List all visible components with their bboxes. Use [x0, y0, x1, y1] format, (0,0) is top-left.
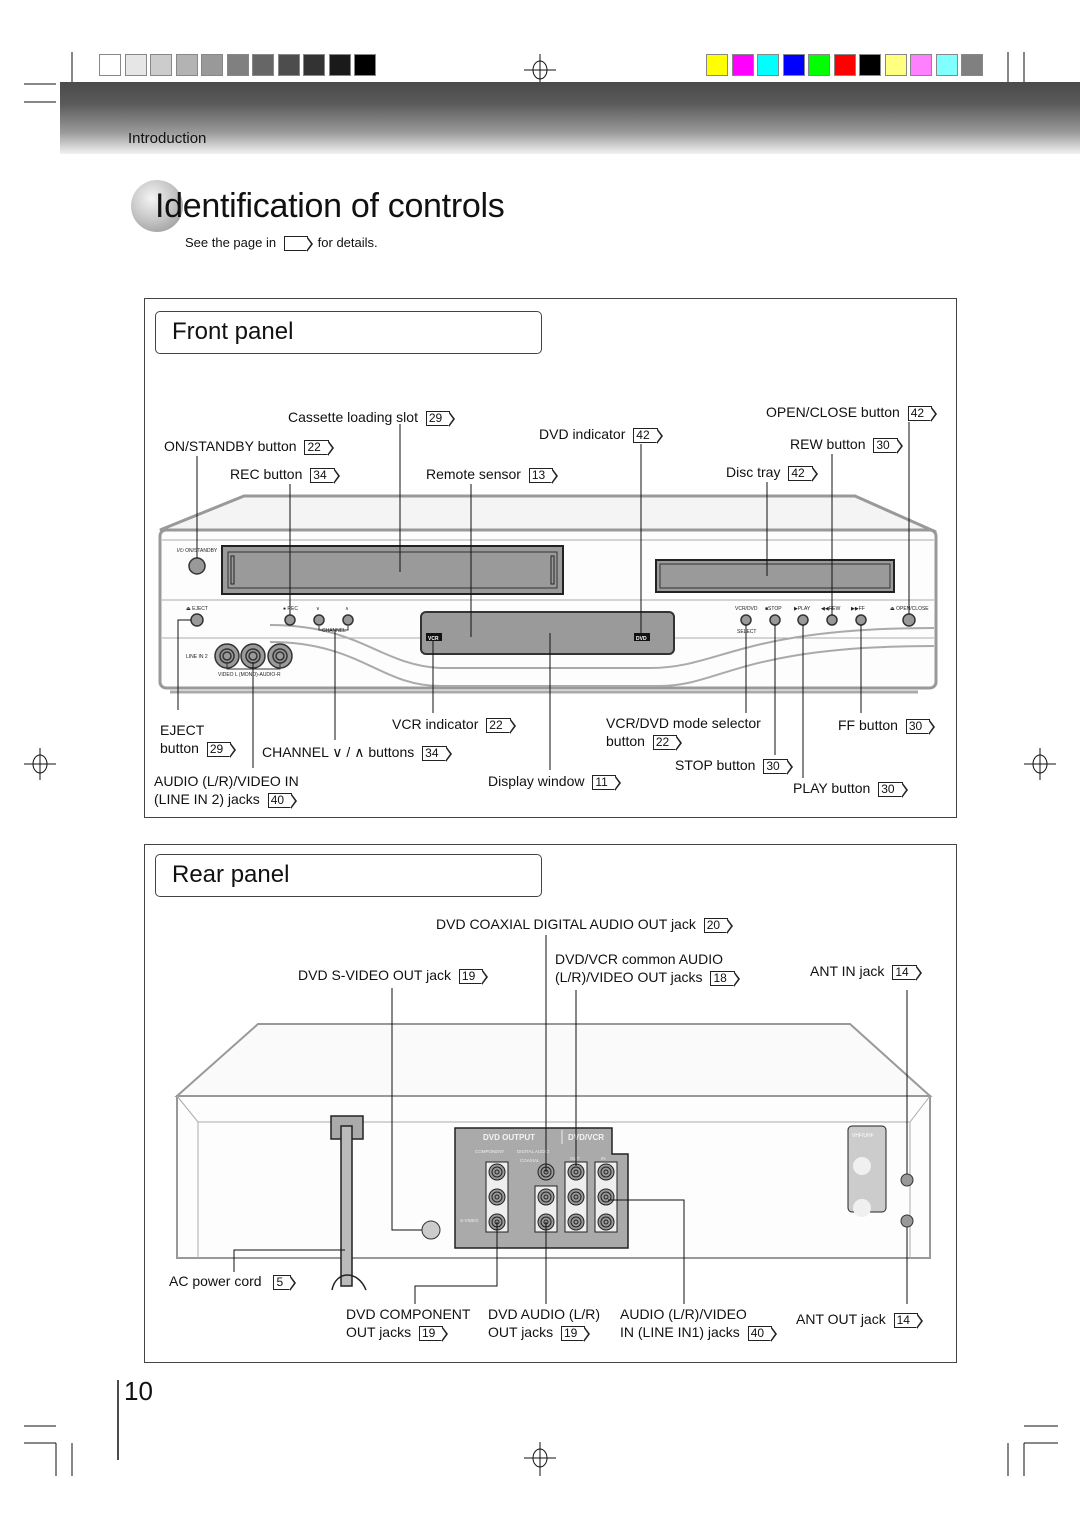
vhf-uhf-device-label: VHF/UHF: [852, 1133, 874, 1139]
out-device-label: OUT: [570, 1156, 580, 1161]
callout-common-audio-line1: DVD/VCR common AUDIO: [555, 951, 724, 967]
ant-in-label-circle: [853, 1157, 871, 1175]
in-device-label: IN: [601, 1156, 606, 1161]
rear-panel-diagram: DVD OUTPUT DVD/VCR COMPONENT DIGITAL AUD…: [174, 935, 933, 1304]
coaxial-device-label: COAXIAL: [520, 1158, 540, 1163]
rca-jack: [597, 1163, 615, 1181]
rca-jack: [567, 1163, 585, 1181]
page-number: 10: [124, 1376, 153, 1406]
rca-jack: [488, 1188, 506, 1206]
dvd-output-device-label: DVD OUTPUT: [483, 1133, 535, 1142]
callout-text: (L/R)/VIDEO OUT jacks: [555, 969, 703, 985]
page-ref-badge: 19: [458, 968, 489, 985]
callout-text: IN (LINE IN1) jacks: [620, 1324, 740, 1340]
callout-common-audio-line2: (L/R)/VIDEO OUT jacks 18: [555, 968, 741, 987]
page-ref-badge: 5: [273, 1274, 296, 1291]
digital-audio-device-label: DIGITAL AUDIO: [517, 1149, 550, 1154]
callout-text: ANT IN jack: [810, 963, 885, 979]
s-video-jack: [421, 1220, 441, 1240]
page-ref-badge: 14: [893, 1312, 924, 1329]
rca-jack: [597, 1213, 615, 1231]
callout-ant-in: ANT IN jack 14: [810, 962, 923, 981]
rca-jack: [488, 1163, 506, 1181]
callout-line-in1-line1: AUDIO (L/R)/VIDEO: [620, 1306, 747, 1322]
rca-jacks: [485, 1161, 618, 1233]
callout-text: ANT OUT jack: [796, 1311, 886, 1327]
rca-jack: [567, 1188, 585, 1206]
ant-in-jack: [900, 1173, 914, 1187]
rca-jack: [567, 1213, 585, 1231]
page-ref-badge: 19: [560, 1325, 591, 1342]
callout-s-video: DVD S-VIDEO OUT jack 19: [298, 966, 489, 985]
callout-text: AC power cord: [169, 1273, 262, 1289]
callout-component-line2: OUT jacks 19: [346, 1323, 449, 1342]
callout-text: OUT jacks: [346, 1324, 412, 1340]
page-ref-badge: 19: [418, 1325, 449, 1342]
ant-out-jack: [900, 1214, 914, 1228]
unit-top: [174, 1023, 933, 1097]
callout-dvd-audio-line2: OUT jacks 19: [488, 1323, 591, 1342]
callout-text: DVD COAXIAL DIGITAL AUDIO OUT jack: [436, 916, 696, 932]
component-device-label: COMPONENT: [475, 1149, 505, 1154]
s-video-device-label: S-VIDEO: [460, 1218, 479, 1223]
callout-ant-out: ANT OUT jack 14: [796, 1310, 924, 1329]
callout-ac-cord: AC power cord 5: [169, 1272, 296, 1291]
rca-jack: [537, 1188, 555, 1206]
page-ref-badge: 14: [892, 964, 923, 981]
page-ref-badge: 18: [710, 970, 741, 987]
page-ref-badge: 20: [703, 917, 734, 934]
power-cord: [340, 1125, 353, 1287]
callout-coaxial: DVD COAXIAL DIGITAL AUDIO OUT jack 20: [436, 915, 734, 934]
page-ref-badge: 40: [747, 1325, 778, 1342]
callout-text: OUT jacks: [488, 1324, 554, 1340]
rca-jack: [597, 1188, 615, 1206]
callout-line-in1-line2: IN (LINE IN1) jacks 40: [620, 1323, 778, 1342]
ant-out-label-circle: [853, 1199, 871, 1217]
callout-text: DVD S-VIDEO OUT jack: [298, 967, 451, 983]
callout-dvd-audio-line1: DVD AUDIO (L/R): [488, 1306, 601, 1322]
dvd-vcr-device-label: DVD/VCR: [568, 1133, 604, 1142]
callout-component-line1: DVD COMPONENT: [346, 1306, 471, 1322]
